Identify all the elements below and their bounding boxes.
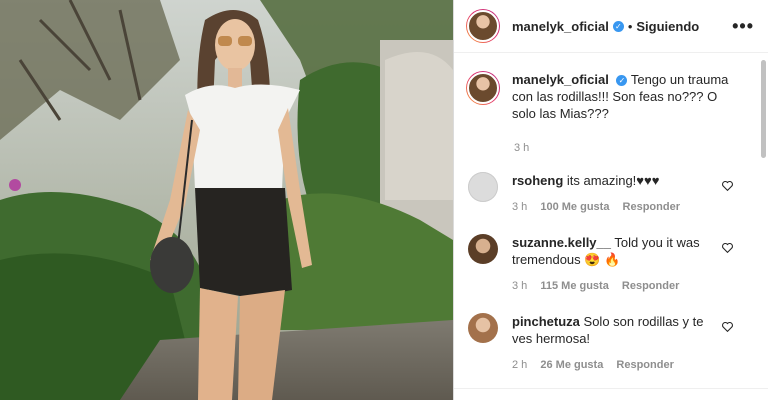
comment-username[interactable]: pinchetuza [512,314,580,329]
caption-time: 3 h [514,142,530,154]
post-side-panel: manelyk_oficial ✓ • Siguiendo ••• manely… [453,0,768,400]
separator-dot: • [627,18,633,34]
comment-time: 3 h [512,201,528,213]
verified-badge-icon: ✓ [612,20,624,32]
heart-icon[interactable] [721,320,734,333]
commenter-avatar[interactable] [468,234,498,264]
caption-avatar[interactable] [466,71,500,105]
post-actions-bar [454,388,768,401]
comment-likes[interactable]: 100 Me gusta [540,201,609,213]
heart-icon[interactable] [721,241,734,254]
post-image [0,0,453,400]
reply-button[interactable]: Responder [616,359,673,371]
reply-button[interactable]: Responder [622,280,679,292]
comment-time: 2 h [512,359,528,371]
comment-item: rsoheng its amazing!♥♥♥ 3 h 100 Me gusta… [454,172,768,216]
comment-time: 3 h [512,280,528,292]
comment-likes[interactable]: 26 Me gusta [540,359,603,371]
caption-username[interactable]: manelyk_oficial [512,72,609,87]
scrollbar-thumb[interactable] [761,60,766,158]
comment-body: suzanne.kelly__ Told you it was tremendo… [512,234,717,295]
heart-icon[interactable] [721,179,734,192]
author-username[interactable]: manelyk_oficial [512,19,609,34]
comment-body: rsoheng its amazing!♥♥♥ 3 h 100 Me gusta… [512,172,717,216]
comment-username[interactable]: rsoheng [512,173,563,188]
comment-likes[interactable]: 115 Me gusta [540,280,608,292]
author-avatar[interactable] [466,9,500,43]
comment-body: pinchetuza Solo son rodillas y te ves he… [512,313,717,374]
comment-text: its amazing!♥♥♥ [566,173,660,188]
commenter-avatar[interactable] [468,313,498,343]
comment-username[interactable]: suzanne.kelly__ [512,235,611,250]
post-header: manelyk_oficial ✓ • Siguiendo ••• [454,0,768,53]
verified-badge-icon: ✓ [616,75,628,87]
post-photo[interactable] [0,0,453,400]
following-button[interactable]: Siguiendo [636,19,699,34]
reply-button[interactable]: Responder [623,201,680,213]
post-caption: manelyk_oficial ✓ Tengo un trauma con la… [454,53,768,122]
comment-meta: 3 h 100 Me gusta Responder [512,199,717,216]
comment-item: pinchetuza Solo son rodillas y te ves he… [454,313,768,374]
commenter-avatar[interactable] [468,172,498,202]
more-options-icon[interactable]: ••• [732,16,754,37]
comment-meta: 3 h 115 Me gusta Responder [512,278,717,295]
caption-text-block: manelyk_oficial ✓ Tengo un trauma con la… [512,71,732,122]
comment-meta: 2 h 26 Me gusta Responder [512,357,717,374]
comment-item: suzanne.kelly__ Told you it was tremendo… [454,234,768,295]
